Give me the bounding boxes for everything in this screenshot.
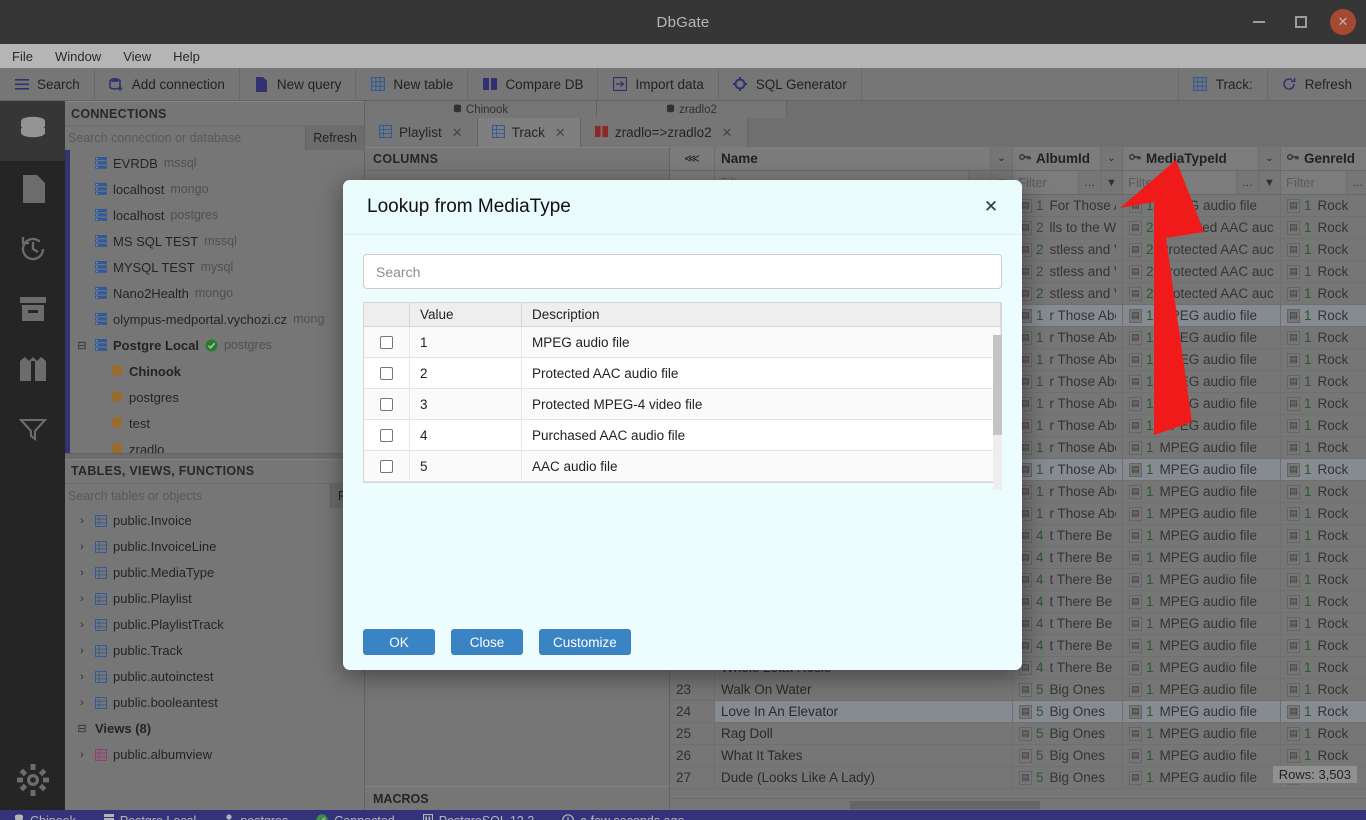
row-checkbox[interactable] [380, 397, 393, 411]
lookup-dialog-header: Lookup from MediaType ✕ [343, 180, 1022, 235]
customize-button[interactable]: Customize [539, 629, 631, 655]
row-checkbox[interactable] [380, 428, 393, 442]
lookup-row-checkbox-cell [364, 420, 410, 450]
lookup-row-description: Purchased AAC audio file [522, 420, 1001, 450]
lookup-row-value: 2 [410, 358, 522, 388]
lookup-row-value: 5 [410, 451, 522, 481]
lookup-row-description: Protected MPEG-4 video file [522, 389, 1001, 419]
lookup-row[interactable]: 2 Protected AAC audio file [364, 358, 1001, 389]
lookup-row-description: Protected AAC audio file [522, 358, 1001, 388]
row-checkbox[interactable] [380, 366, 393, 380]
lookup-header-value: Value [410, 303, 522, 326]
lookup-row-value: 4 [410, 420, 522, 450]
lookup-table-scrollbar[interactable] [993, 335, 1002, 490]
lookup-row-checkbox-cell [364, 389, 410, 419]
lookup-row-checkbox-cell [364, 451, 410, 481]
lookup-row-value: 1 [410, 327, 522, 357]
ok-button[interactable]: OK [363, 629, 435, 655]
lookup-row-checkbox-cell [364, 327, 410, 357]
dbgate-window: DbGate ✕ File Window View Help Search Ad… [0, 0, 1366, 820]
lookup-dialog-body: Value Description 1MPEG audio file2Prote… [343, 235, 1022, 614]
lookup-dialog-footer: OK Close Customize [343, 614, 1022, 670]
lookup-row-value: 3 [410, 389, 522, 419]
lookup-row-description: AAC audio file [522, 451, 1001, 481]
lookup-row-checkbox-cell [364, 358, 410, 388]
lookup-table-header: Value Description [364, 303, 1001, 327]
lookup-table: Value Description 1 MPEG audio file 2 Prote… [363, 302, 1002, 483]
lookup-header-checkbox-cell [364, 303, 410, 326]
lookup-row[interactable]: 5 AAC audio file [364, 451, 1001, 482]
row-checkbox[interactable] [380, 459, 393, 473]
lookup-row[interactable]: 1 MPEG audio file [364, 327, 1001, 358]
lookup-row[interactable]: 3 Protected MPEG-4 video file [364, 389, 1001, 420]
cancel-button[interactable]: Close [451, 629, 523, 655]
lookup-dialog-title: Lookup from MediaType [367, 196, 571, 217]
close-icon[interactable]: ✕ [980, 196, 1002, 218]
lookup-search-input[interactable] [363, 254, 1002, 289]
lookup-dialog: Lookup from MediaType ✕ Value Descriptio… [343, 180, 1022, 670]
lookup-header-description: Description [522, 303, 1001, 326]
row-checkbox[interactable] [380, 335, 393, 349]
lookup-row-description: MPEG audio file [522, 327, 1001, 357]
lookup-row[interactable]: 4 Purchased AAC audio file [364, 420, 1001, 451]
